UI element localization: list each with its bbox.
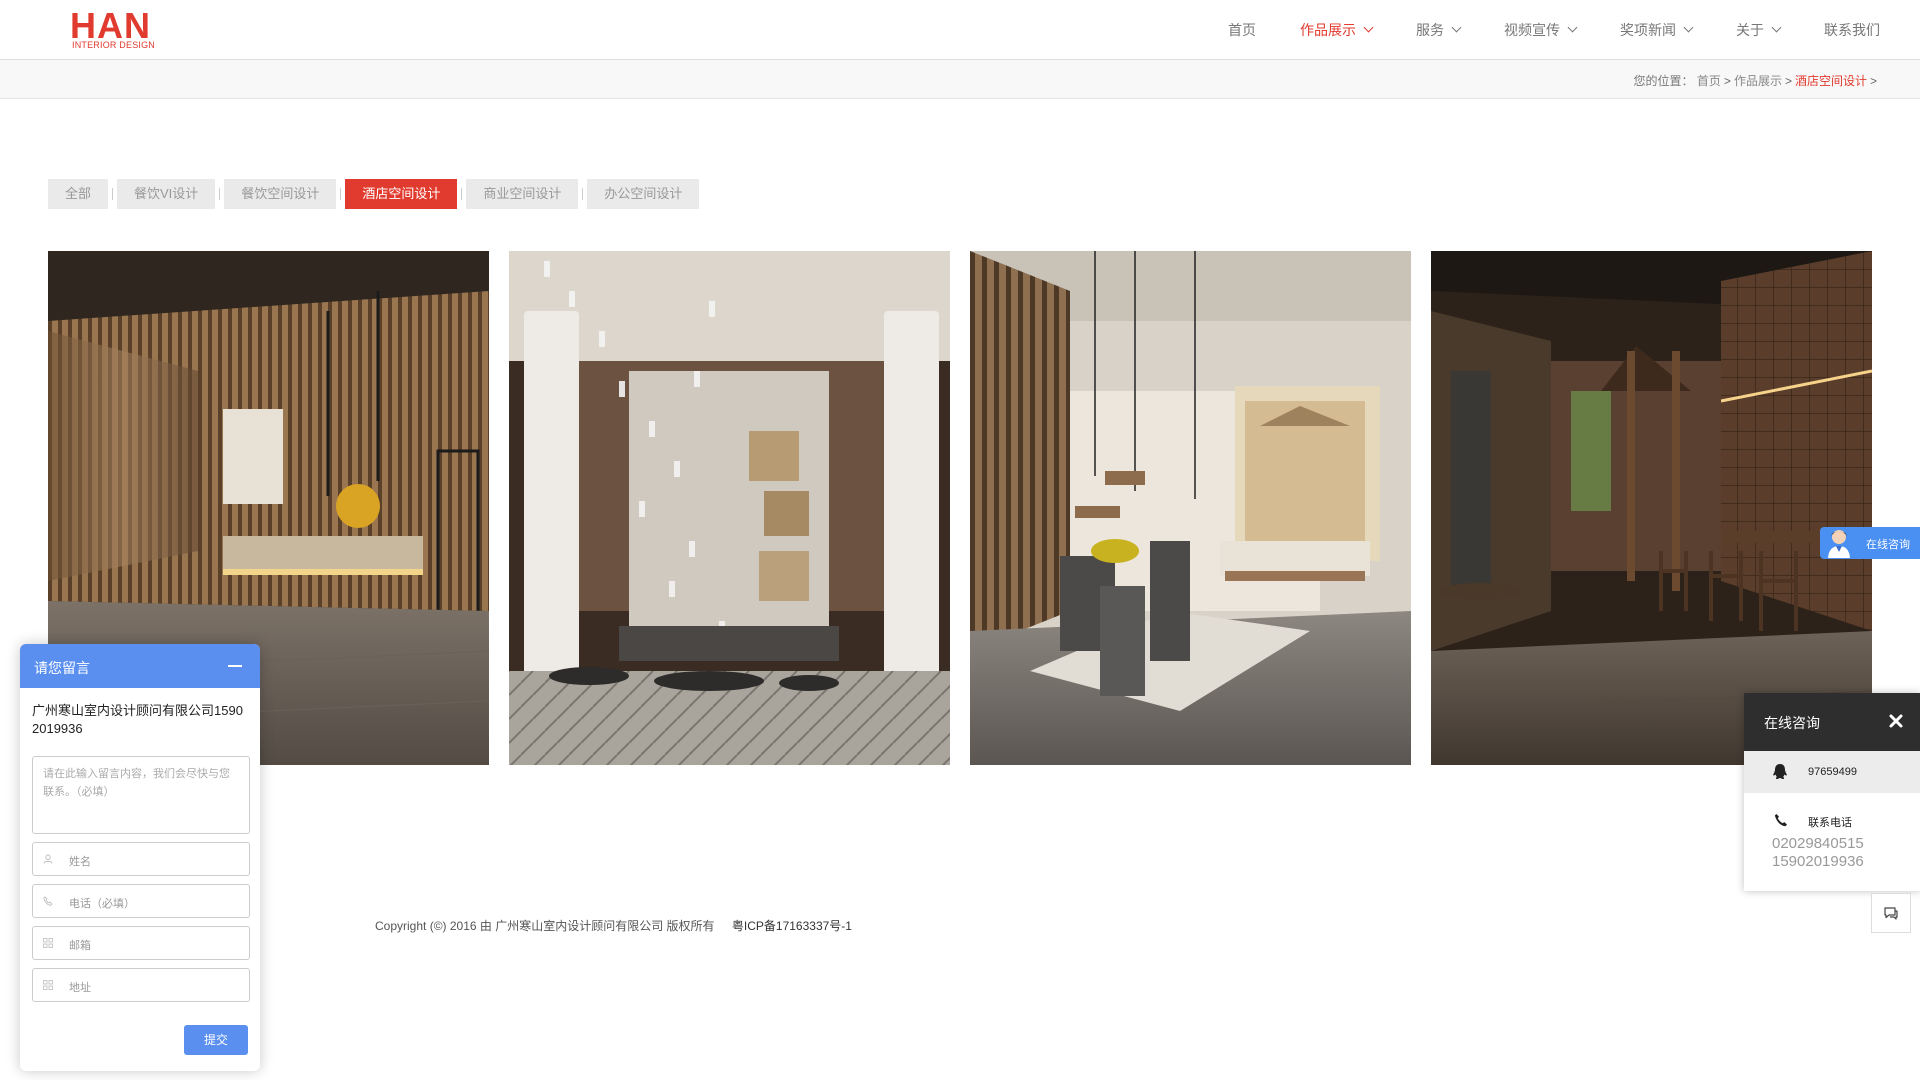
minimize-icon[interactable]	[228, 665, 242, 667]
company-contact-text: 广州寒山室内设计顾问有限公司15902019936	[32, 703, 243, 736]
address-field[interactable]: 地址	[32, 968, 250, 1002]
online-consult-tab[interactable]: 在线咨询	[1820, 527, 1920, 559]
gallery-item[interactable]	[970, 251, 1411, 765]
breadcrumb-home[interactable]: 首页	[1697, 74, 1721, 88]
name-placeholder: 姓名	[69, 856, 91, 868]
close-icon[interactable]	[1888, 713, 1904, 729]
hotel-lobby-photo-icon	[509, 251, 950, 765]
icp-link[interactable]: 粤ICP备17163337号-1	[732, 919, 852, 933]
logo-tagline: INTERIOR DESIGN	[72, 40, 156, 50]
filter-office-space[interactable]: 办公空间设计	[587, 179, 700, 209]
phone-number-mobile: 15902019936	[1772, 853, 1864, 870]
message-widget-header: 请您留言	[20, 644, 260, 688]
phone-contact: 联系电话 02029840515 15902019936	[1744, 793, 1920, 891]
nav-label: 首页	[1228, 21, 1256, 38]
submit-button[interactable]: 提交	[184, 1025, 248, 1055]
chevron-down-icon	[1451, 22, 1462, 33]
breadcrumb-separator: >	[1723, 74, 1731, 88]
breadcrumb-separator: >	[1869, 74, 1877, 88]
nav-label: 联系我们	[1824, 21, 1880, 38]
message-widget-title: 请您留言	[34, 660, 90, 676]
grid-icon	[43, 938, 53, 948]
category-filters: 全部 餐饮VI设计 餐饮空间设计 酒店空间设计 商业空间设计 办公空间设计	[48, 179, 700, 209]
nav-item-services[interactable]: 服务	[1416, 20, 1462, 40]
filter-divider	[461, 188, 463, 200]
copyright-text: Copyright (©) 2016 由 广州寒山室内设计顾问有限公司 版权所有	[375, 919, 715, 933]
filter-all[interactable]: 全部	[48, 179, 109, 209]
phone-icon	[1774, 814, 1787, 827]
chevron-down-icon	[1683, 22, 1694, 33]
site-footer: Copyright (©) 2016 由 广州寒山室内设计顾问有限公司 版权所有…	[375, 917, 852, 934]
chat-bubble-icon	[1884, 907, 1898, 920]
online-consult-panel-header: 在线咨询	[1744, 693, 1920, 751]
gallery-item[interactable]	[509, 251, 950, 765]
email-placeholder: 邮箱	[69, 940, 91, 952]
nav-item-about[interactable]: 关于	[1736, 20, 1782, 40]
breadcrumb-prefix: 您的位置：	[1633, 74, 1694, 88]
chevron-down-icon	[1567, 22, 1578, 33]
breadcrumb-works[interactable]: 作品展示	[1734, 74, 1782, 88]
chat-toggle-button[interactable]	[1871, 893, 1911, 933]
online-consult-tab-label: 在线咨询	[1866, 539, 1910, 551]
qq-icon	[1773, 764, 1787, 779]
main-nav: 首页 作品展示 服务 视频宣传 奖项新闻 关于 联系我们	[1184, 0, 1880, 59]
phone-numbers: 02029840515 15902019936	[1772, 835, 1864, 871]
phone-icon	[43, 896, 53, 906]
nav-item-works[interactable]: 作品展示	[1300, 20, 1374, 40]
qq-number: 97659499	[1808, 766, 1857, 778]
message-widget: 请您留言 广州寒山室内设计顾问有限公司15902019936 请在此输入留言内容…	[20, 644, 260, 1071]
logo[interactable]: HAN INTERIOR DESIGN	[70, 5, 160, 51]
breadcrumb-separator: >	[1784, 74, 1792, 88]
phone-label: 联系电话	[1808, 817, 1852, 829]
nav-item-awards-news[interactable]: 奖项新闻	[1620, 20, 1694, 40]
nav-item-contact[interactable]: 联系我们	[1824, 20, 1880, 40]
breadcrumb: 您的位置： 首页 > 作品展示 > 酒店空间设计 >	[1634, 72, 1880, 89]
phone-field[interactable]: 电话（必填）	[32, 884, 250, 918]
filter-divider	[219, 188, 221, 200]
nav-item-video[interactable]: 视频宣传	[1504, 20, 1578, 40]
user-icon	[43, 854, 53, 864]
phone-placeholder: 电话（必填）	[69, 898, 135, 910]
logo-wordmark: HAN	[70, 5, 151, 46]
hotel-lobby-photo-icon	[1431, 251, 1872, 765]
nav-label: 奖项新闻	[1620, 21, 1676, 38]
project-gallery	[48, 251, 1872, 765]
chevron-down-icon	[1363, 22, 1374, 33]
nav-label: 关于	[1736, 21, 1764, 38]
filter-divider	[340, 188, 342, 200]
breadcrumb-bar: 您的位置： 首页 > 作品展示 > 酒店空间设计 >	[0, 60, 1920, 99]
address-placeholder: 地址	[69, 982, 91, 994]
filter-divider	[582, 188, 584, 200]
qq-contact[interactable]: 97659499	[1744, 751, 1920, 793]
message-textarea[interactable]: 请在此输入留言内容，我们会尽快与您联系。（必填）	[32, 756, 250, 834]
breadcrumb-current[interactable]: 酒店空间设计	[1795, 74, 1867, 88]
chevron-down-icon	[1771, 22, 1782, 33]
agent-avatar-icon	[1828, 530, 1850, 558]
nav-label: 作品展示	[1300, 21, 1356, 38]
filter-restaurant-vi[interactable]: 餐饮VI设计	[117, 179, 216, 209]
filter-hotel-space[interactable]: 酒店空间设计	[345, 179, 458, 209]
nav-label: 视频宣传	[1504, 21, 1560, 38]
online-consult-panel: 在线咨询 97659499 联系电话 02029840515 159020199…	[1744, 693, 1920, 891]
site-header: HAN INTERIOR DESIGN 首页 作品展示 服务 视频宣传 奖项新闻…	[0, 0, 1920, 60]
filter-restaurant-space[interactable]: 餐饮空间设计	[224, 179, 337, 209]
nav-item-home[interactable]: 首页	[1228, 20, 1256, 40]
online-consult-panel-title: 在线咨询	[1764, 715, 1820, 731]
nav-label: 服务	[1416, 21, 1444, 38]
grid-icon	[43, 980, 53, 990]
filter-commercial-space[interactable]: 商业空间设计	[466, 179, 579, 209]
email-field[interactable]: 邮箱	[32, 926, 250, 960]
phone-number-landline: 02029840515	[1772, 835, 1864, 852]
gallery-item[interactable]	[1431, 251, 1872, 765]
filter-divider	[112, 188, 114, 200]
name-field[interactable]: 姓名	[32, 842, 250, 876]
hotel-lobby-photo-icon	[970, 251, 1411, 765]
